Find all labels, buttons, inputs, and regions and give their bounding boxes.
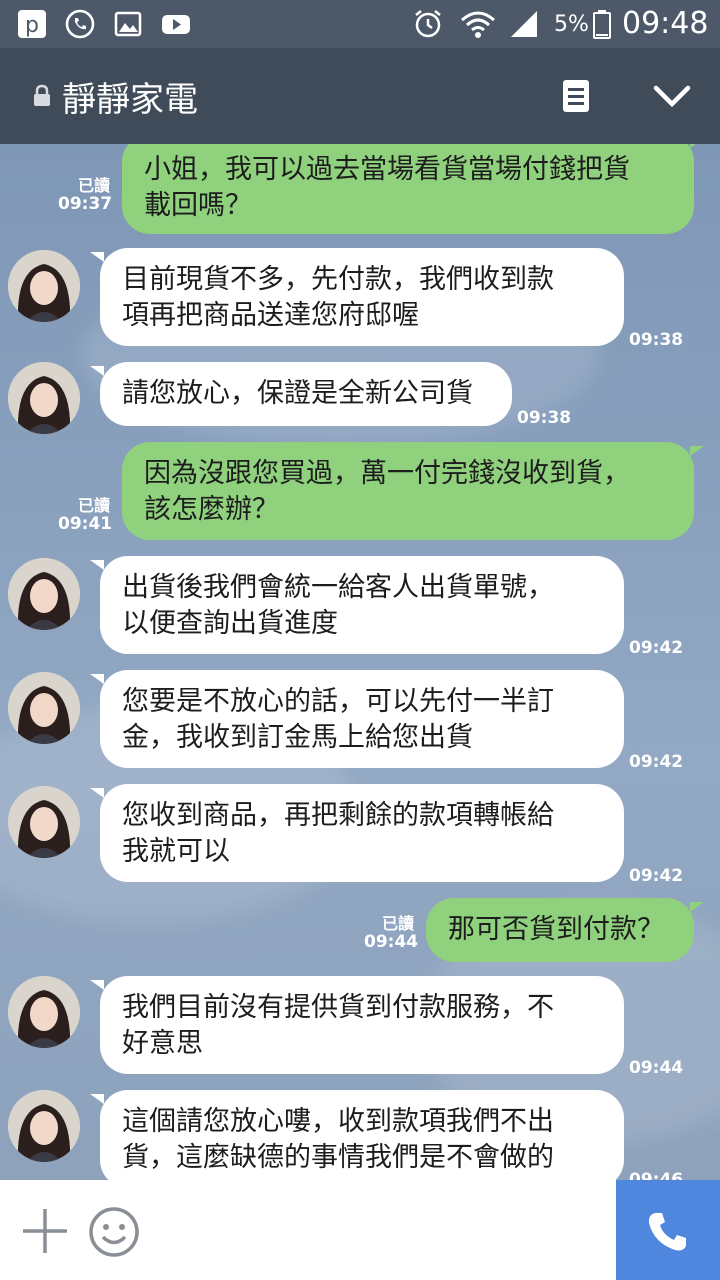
message-line: 您要是不放心的話，可以先付一半訂 [122, 686, 554, 717]
alarm-icon [415, 10, 441, 38]
message-row: 您要是不放心的話，可以先付一半訂 金，我收到訂金馬上給您出貨 09:42 [0, 670, 720, 780]
p-app-icon: p [18, 10, 46, 38]
message-bubble[interactable]: 這個請您放心嘍，收到款項我們不出 貨，這麼缺德的事情我們是不會做的 [90, 1090, 624, 1180]
message-time: 09:44 [629, 1058, 684, 1078]
message-bubble[interactable]: 您要是不放心的話，可以先付一半訂 金，我收到訂金馬上給您出貨 [90, 670, 624, 768]
message-bubble[interactable]: 因為沒跟您買過，萬一付完錢沒收到貨， 該怎麼辦？ [122, 442, 704, 540]
read-receipt: 已讀 [77, 176, 110, 195]
avatar-image [8, 558, 80, 630]
message-line: 金，我收到訂金馬上給您出貨 [122, 722, 473, 753]
plus-icon[interactable] [20, 1206, 70, 1256]
message-line: 出貨後我們會統一給客人出貨單號， [122, 572, 554, 603]
message-line: 那可否貨到付款？ [448, 914, 664, 945]
message-time: 09:38 [629, 330, 684, 350]
message-bubble[interactable]: 我們目前沒有提供貨到付款服務，不 好意思 [90, 976, 624, 1074]
avatar[interactable] [8, 1090, 80, 1162]
message-row: 已讀 09:41 因為沒跟您買過，萬一付完錢沒收到貨， 該怎麼辦？ [0, 442, 720, 552]
message-line: 小姐，我可以過去當場看貨當場付錢把貨 [144, 154, 630, 185]
read-receipt: 已讀 [77, 496, 110, 515]
message-bubble[interactable]: 請您放心，保證是全新公司貨 [90, 362, 512, 426]
message-line: 目前現貨不多，先付款，我們收到款 [122, 264, 554, 295]
signal-icon [511, 11, 537, 37]
phone-icon [648, 1213, 686, 1251]
avatar[interactable] [8, 786, 80, 858]
clock: 09:48 [622, 6, 709, 41]
message-line: 我就可以 [122, 836, 230, 867]
message-row: 目前現貨不多，先付款，我們收到款 項再把商品送達您府邸喔 09:38 [0, 248, 720, 358]
message-line: 貨，這麼缺德的事情我們是不會做的 [122, 1142, 554, 1173]
gallery-icon [114, 11, 142, 37]
read-receipt: 已讀 [381, 914, 414, 933]
chat-header: 靜靜家電 [0, 48, 720, 144]
message-line: 載回嗎？ [144, 190, 252, 221]
chat-area[interactable]: 已讀 09:37 小姐，我可以過去當場看貨當場付錢把貨 載回嗎？ 目前現貨不多，… [0, 144, 720, 1180]
avatar-image [8, 250, 80, 322]
lock-icon [34, 84, 50, 106]
status-bar: p 5% 09:48 [0, 0, 720, 48]
message-time: 09:42 [629, 638, 684, 658]
message-line: 項再把商品送達您府邸喔 [122, 300, 419, 331]
message-row: 出貨後我們會統一給客人出貨單號， 以便查詢出貨進度 09:42 [0, 556, 720, 666]
message-time: 09:42 [629, 752, 684, 772]
message-time: 09:46 [629, 1170, 684, 1180]
message-row: 這個請您放心嘍，收到款項我們不出 貨，這麼缺德的事情我們是不會做的 09:46 [0, 1090, 720, 1180]
svg-text:p: p [25, 13, 39, 38]
avatar-image [8, 786, 80, 858]
message-line: 該怎麼辦？ [144, 494, 279, 525]
message-line: 請您放心，保證是全新公司貨 [122, 378, 473, 409]
message-row: 已讀 09:44 那可否貨到付款？ [0, 898, 720, 978]
message-row: 我們目前沒有提供貨到付款服務，不 好意思 09:44 [0, 976, 720, 1086]
avatar[interactable] [8, 672, 80, 744]
message-bubble[interactable]: 那可否貨到付款？ [426, 898, 704, 962]
wifi-icon [461, 11, 495, 38]
message-line: 您收到商品，再把剩餘的款項轉帳給 [122, 800, 554, 831]
message-line: 這個請您放心嘍，收到款項我們不出 [122, 1106, 554, 1137]
youtube-icon [162, 15, 190, 34]
input-bar [0, 1180, 720, 1280]
chat-title[interactable]: 靜靜家電 [62, 72, 198, 121]
message-time: 09:38 [517, 408, 572, 428]
phone-app-icon [65, 9, 95, 39]
note-icon[interactable] [560, 78, 592, 114]
message-row: 請您放心，保證是全新公司貨 09:38 [0, 362, 720, 442]
message-line: 好意思 [122, 1028, 203, 1059]
avatar[interactable] [8, 558, 80, 630]
message-row: 您收到商品，再把剩餘的款項轉帳給 我就可以 09:42 [0, 784, 720, 894]
battery-percent: 5% [554, 12, 589, 37]
message-bubble[interactable]: 目前現貨不多，先付款，我們收到款 項再把商品送達您府邸喔 [90, 248, 624, 346]
avatar-image [8, 976, 80, 1048]
call-button[interactable] [616, 1180, 720, 1280]
message-time: 09:44 [364, 932, 419, 952]
message-line: 我們目前沒有提供貨到付款服務，不 [122, 992, 554, 1023]
battery-icon [593, 10, 611, 39]
avatar-image [8, 362, 80, 434]
message-time: 09:42 [629, 866, 684, 886]
avatar-image [8, 1090, 80, 1162]
avatar-image [8, 672, 80, 744]
message-row: 已讀 09:37 小姐，我可以過去當場看貨當場付錢把貨 載回嗎？ [0, 144, 720, 244]
smiley-icon[interactable] [88, 1206, 140, 1258]
chevron-down-icon[interactable] [652, 82, 692, 110]
message-time: 09:41 [58, 514, 113, 534]
message-bubble[interactable]: 您收到商品，再把剩餘的款項轉帳給 我就可以 [90, 784, 624, 882]
message-line: 因為沒跟您買過，萬一付完錢沒收到貨， [144, 458, 630, 489]
avatar[interactable] [8, 976, 80, 1048]
message-bubble[interactable]: 小姐，我可以過去當場看貨當場付錢把貨 載回嗎？ [122, 144, 704, 234]
message-bubble[interactable]: 出貨後我們會統一給客人出貨單號， 以便查詢出貨進度 [90, 556, 624, 654]
avatar[interactable] [8, 362, 80, 434]
message-time: 09:37 [58, 194, 113, 214]
message-line: 以便查詢出貨進度 [122, 608, 338, 639]
avatar[interactable] [8, 250, 80, 322]
